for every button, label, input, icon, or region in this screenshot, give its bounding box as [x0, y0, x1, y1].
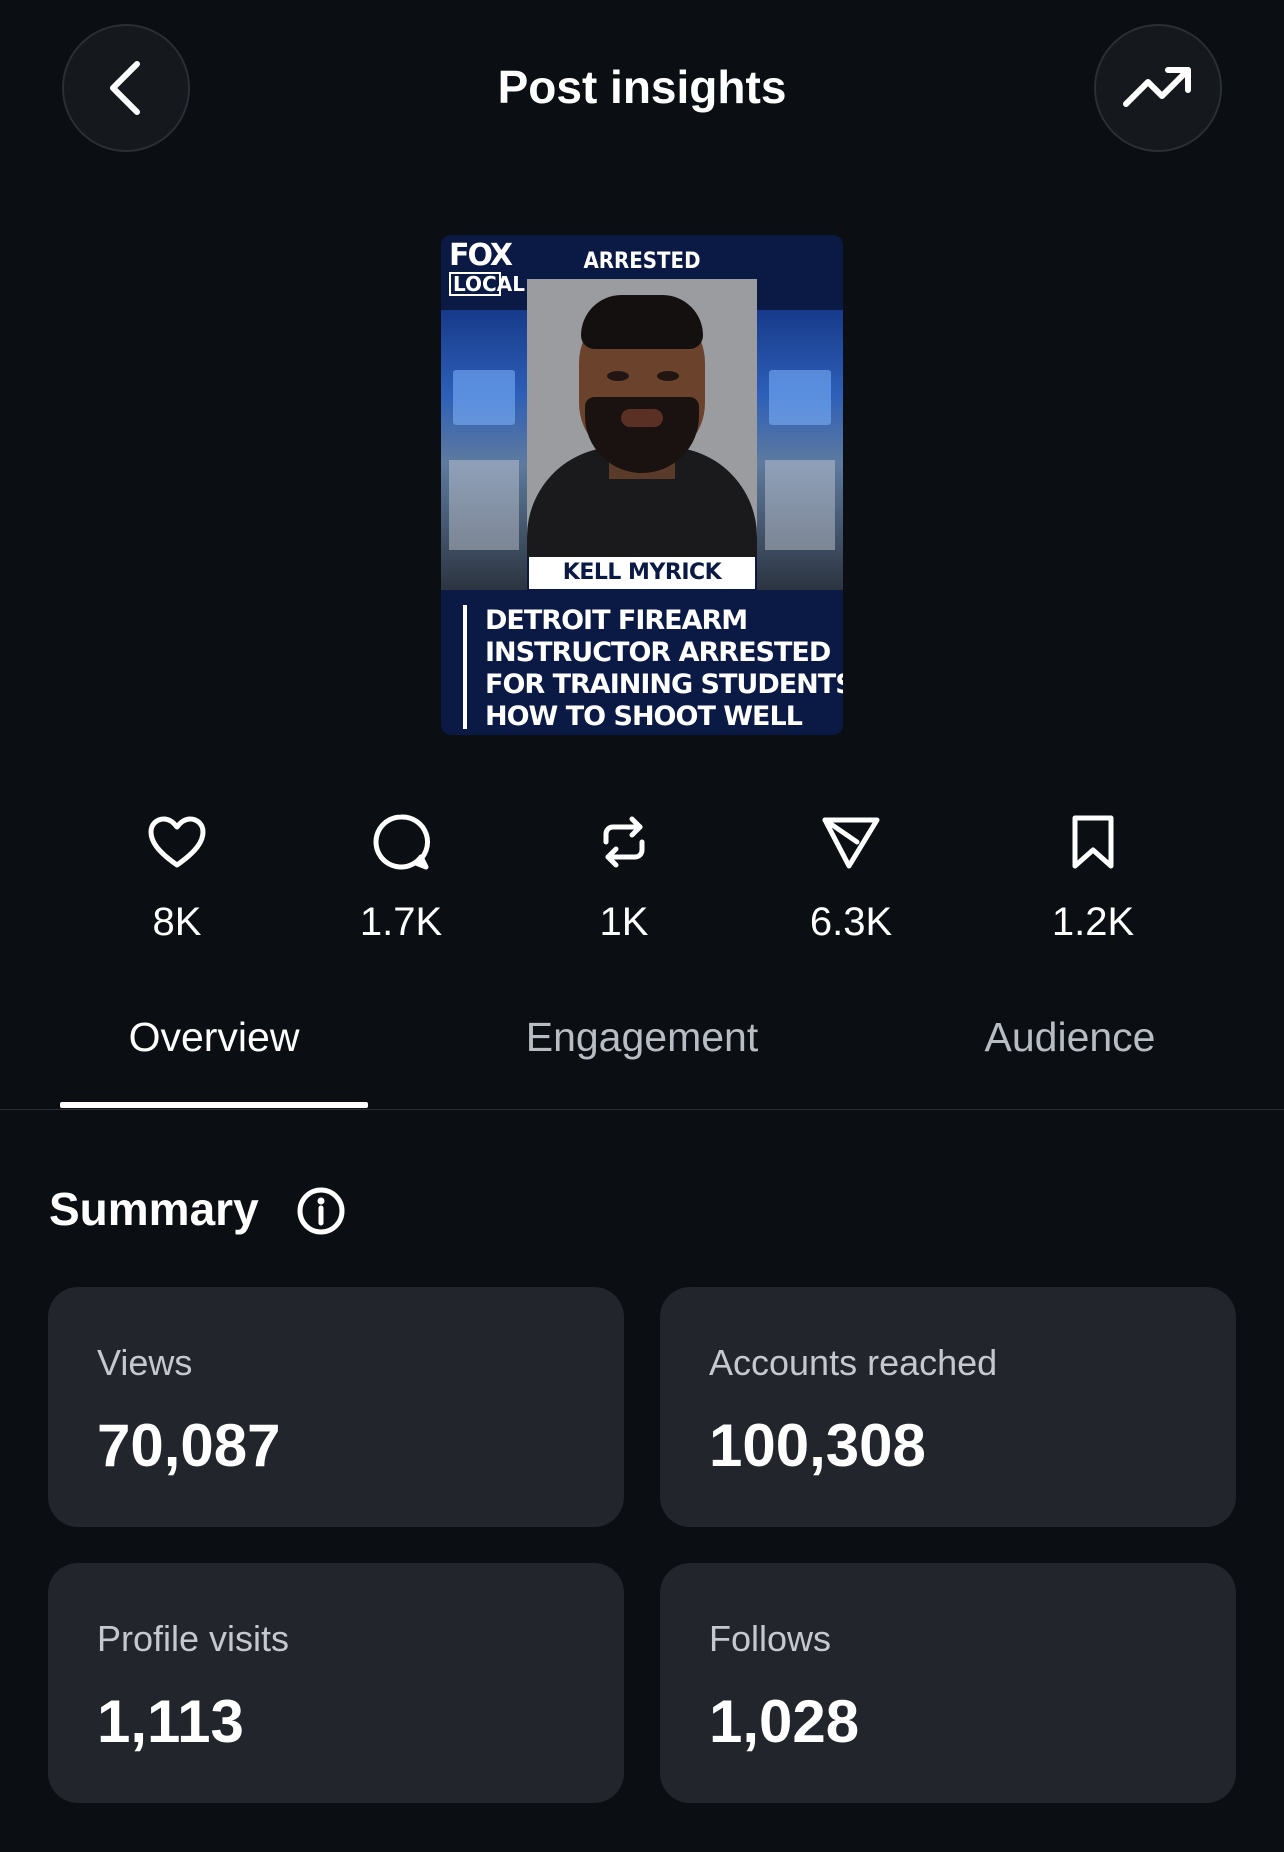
accounts-reached-label: Accounts reached	[709, 1342, 998, 1383]
stat-reposts: 1K	[544, 812, 704, 945]
trending-up-icon	[1123, 67, 1191, 107]
stat-shares: 6.3K	[771, 812, 931, 945]
newsroom-background-right	[757, 310, 843, 590]
stat-saves: 1.2K	[1013, 812, 1173, 945]
page-title: Post insights	[497, 61, 787, 113]
headline-line: FOR TRAINING STUDENTS	[485, 669, 843, 700]
comment-icon	[373, 814, 430, 870]
info-icon[interactable]	[296, 1186, 346, 1236]
follows-value: 1,028	[709, 1688, 860, 1755]
profile-visits-value: 1,113	[97, 1688, 244, 1755]
newsroom-background-left	[441, 310, 527, 590]
mugshot-image	[527, 279, 757, 557]
thumbnail-top-label: ARRESTED	[583, 249, 701, 274]
reposts-count: 1K	[599, 900, 649, 944]
views-value: 70,087	[97, 1412, 281, 1479]
send-icon	[822, 817, 880, 869]
post-thumbnail[interactable]: FOX LOCAL ARRESTED KELL MYRICK DETROIT F…	[441, 235, 843, 735]
tab-engagement[interactable]: Engagement	[480, 1014, 804, 1061]
follows-card[interactable]: Follows 1,028	[660, 1563, 1236, 1803]
profile-visits-card[interactable]: Profile visits 1,113	[48, 1563, 624, 1803]
views-card[interactable]: Views 70,087	[48, 1287, 624, 1527]
stat-comments: 1.7K	[321, 812, 481, 945]
headline-line: INSTRUCTOR ARRESTED	[485, 637, 831, 668]
likes-count: 8K	[152, 900, 202, 944]
active-tab-indicator	[60, 1102, 368, 1108]
views-label: Views	[97, 1342, 193, 1383]
stat-likes: 8K	[97, 812, 257, 945]
trends-button[interactable]	[1094, 24, 1222, 152]
repost-icon	[603, 816, 645, 868]
fox-local-logo: FOX LOCAL	[449, 238, 525, 296]
profile-visits-label: Profile visits	[97, 1618, 290, 1659]
saves-count: 1.2K	[1051, 900, 1135, 944]
follows-label: Follows	[709, 1618, 832, 1659]
accounts-reached-value: 100,308	[709, 1412, 926, 1479]
shares-count: 6.3K	[809, 900, 893, 944]
accounts-reached-card[interactable]: Accounts reached 100,308	[660, 1287, 1236, 1527]
bookmark-icon	[1072, 815, 1114, 869]
summary-title: Summary	[49, 1183, 259, 1235]
tab-audience[interactable]: Audience	[930, 1014, 1210, 1061]
heart-icon	[148, 816, 206, 868]
tab-overview[interactable]: Overview	[60, 1014, 368, 1061]
tabs-divider	[0, 1109, 1284, 1110]
thumbnail-headline: DETROIT FIREARM INSTRUCTOR ARRESTED FOR …	[463, 605, 843, 732]
thumbnail-name-label: KELL MYRICK	[529, 557, 755, 589]
headline-line: DETROIT FIREARM	[485, 605, 748, 636]
headline-line: HOW TO SHOOT WELL	[485, 701, 803, 732]
comments-count: 1.7K	[359, 900, 443, 944]
